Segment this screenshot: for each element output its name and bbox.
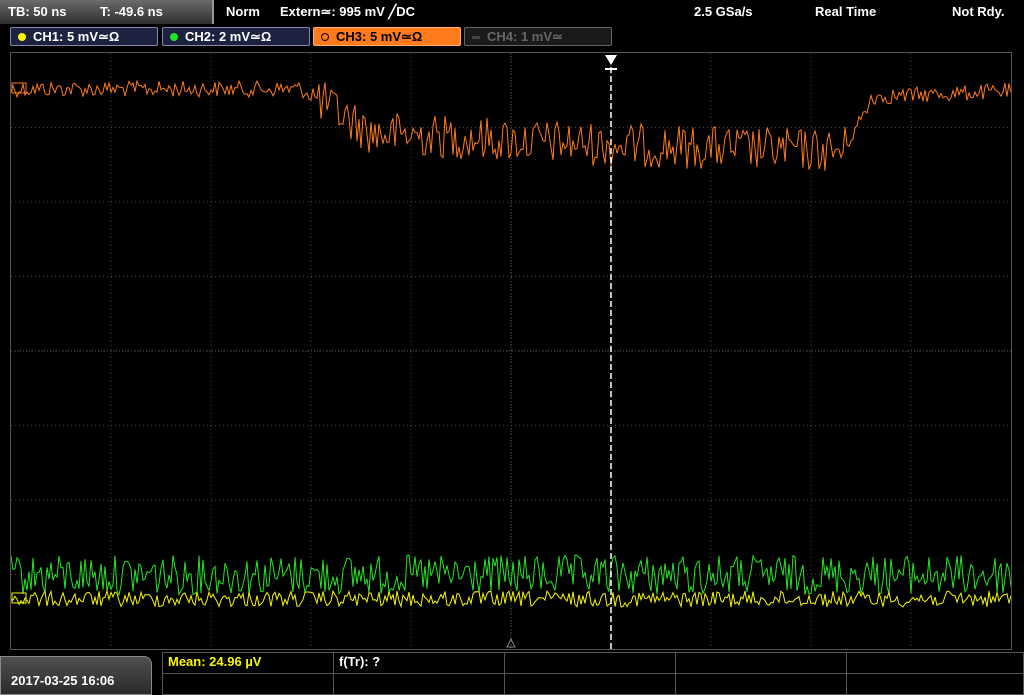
measurement-cell-4 — [675, 652, 847, 674]
channel-bar: CH1: 5 mV≃Ω CH2: 2 mV≃Ω CH3: 5 mV≃Ω CH4:… — [0, 24, 1024, 50]
channel-2-button[interactable]: CH2: 2 mV≃Ω — [162, 27, 310, 46]
timebase-label: TB: 50 ns — [8, 4, 67, 19]
measurement-cell-5 — [846, 652, 1024, 674]
sample-rate-label[interactable]: 2.5 GSa/s — [694, 4, 753, 19]
channel-3-label: CH3: 5 mV≃Ω — [336, 29, 423, 44]
waveform-canvas — [11, 53, 1011, 649]
channel-3-button[interactable]: CH3: 5 mV≃Ω — [313, 27, 461, 46]
channel-4-indicator-icon — [472, 36, 480, 39]
mean-measurement: Mean: 24.96 µV — [168, 654, 262, 669]
run-status-label: Not Rdy. — [952, 4, 1005, 19]
measurement-cell-7 — [333, 673, 505, 695]
channel-2-indicator-icon — [170, 33, 178, 41]
timebase-panel[interactable]: TB: 50 ns T: -49.6 ns — [0, 0, 214, 24]
channel-1-indicator-icon — [18, 33, 26, 41]
trigger-frequency-measurement: f(Tr): ? — [339, 654, 381, 669]
channel-4-button[interactable]: CH4: 1 mV≃ — [464, 27, 612, 46]
bottom-bar: 2017-03-25 16:06 Mean: 24.96 µV f(Tr): ? — [0, 652, 1024, 695]
trigger-time-label: T: -49.6 ns — [100, 4, 163, 19]
waveform-display[interactable] — [10, 52, 1012, 650]
channel-2-label: CH2: 2 mV≃Ω — [185, 29, 272, 44]
channel-1-label: CH1: 5 mV≃Ω — [33, 29, 120, 44]
channel-1-button[interactable]: CH1: 5 mV≃Ω — [10, 27, 158, 46]
measurement-cell-6 — [162, 673, 334, 695]
measurement-cell-10 — [846, 673, 1024, 695]
measurement-cell-3 — [504, 652, 676, 674]
top-status-bar: TB: 50 ns T: -49.6 ns Norm Extern≃: 995 … — [0, 0, 1024, 24]
datetime-label: 2017-03-25 16:06 — [11, 673, 115, 688]
measurement-panel[interactable]: Mean: 24.96 µV f(Tr): ? — [162, 652, 1024, 695]
trigger-source-label[interactable]: Extern≃: 995 mV ╱DC — [280, 4, 415, 20]
measurement-cell-9 — [675, 673, 847, 695]
measurement-cell-8 — [504, 673, 676, 695]
channel-3-indicator-icon — [321, 33, 329, 41]
trigger-mode-label[interactable]: Norm — [226, 4, 260, 19]
channel-4-label: CH4: 1 mV≃ — [487, 29, 563, 44]
datetime-panel: 2017-03-25 16:06 — [0, 656, 152, 695]
trigger-arrow-icon — [605, 55, 617, 65]
acquisition-mode-label[interactable]: Real Time — [815, 4, 876, 19]
